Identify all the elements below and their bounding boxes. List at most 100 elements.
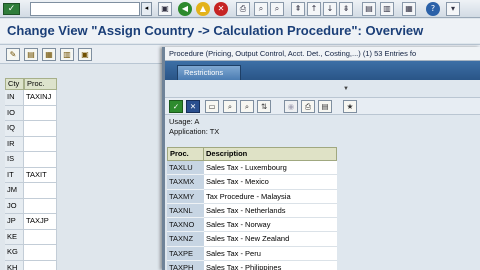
country-cell: KE [5, 229, 24, 245]
procedure-key: TAXMY [167, 189, 204, 204]
procedure-input[interactable] [24, 121, 57, 137]
previous-page-icon[interactable]: ↑ [307, 2, 321, 16]
back-icon[interactable]: ◀ [178, 2, 192, 16]
list-item[interactable]: TAXPH Sales Tax - Philippines [167, 261, 337, 270]
table-row[interactable]: JP TAXJP [5, 214, 57, 230]
cancel-icon[interactable]: ✕ [214, 2, 228, 16]
procedure-input[interactable]: TAXJP [24, 214, 57, 230]
value-help-popup: Procedure (Pricing, Output Control, Acct… [162, 47, 480, 270]
list-item[interactable]: TAXPE Sales Tax - Peru [167, 246, 337, 262]
application-label: Application: TX [169, 127, 220, 136]
table-row[interactable]: KG [5, 245, 57, 261]
tab-restrictions[interactable]: Restrictions [177, 65, 241, 80]
personalize-icon[interactable]: ★ [343, 100, 357, 113]
ok-icon[interactable]: ✓ [169, 100, 183, 113]
table-row[interactable]: IR [5, 136, 57, 152]
enter-check-icon[interactable]: ✓ [3, 3, 20, 15]
procedure-input[interactable] [24, 245, 57, 261]
procedure-input[interactable] [24, 183, 57, 199]
procedure-input[interactable]: TAXINJ [24, 90, 57, 106]
procedure-key: TAXPH [167, 261, 204, 270]
procedure-input[interactable] [24, 260, 57, 270]
table-row[interactable]: IO [5, 105, 57, 121]
procedure-key: TAXPE [167, 246, 204, 262]
procedure-list: Proc. Description TAXLU Sales Tax - Luxem… [167, 147, 337, 270]
next-page-icon[interactable]: ↓ [323, 2, 337, 16]
country-cell: JM [5, 183, 24, 199]
procedure-description: Sales Tax - Netherlands [204, 203, 337, 219]
print-icon[interactable]: ⎙ [301, 100, 315, 113]
save-icon[interactable]: ▣ [158, 2, 172, 16]
filter-icon[interactable]: ◉ [284, 100, 298, 113]
details-icon[interactable]: ▤ [24, 48, 38, 61]
table-row[interactable]: JO [5, 198, 57, 214]
table-row[interactable]: JM [5, 183, 57, 199]
find-icon[interactable]: ⌕ [223, 100, 237, 113]
list-item[interactable]: TAXMX Sales Tax - Mexico [167, 175, 337, 190]
table-row[interactable]: IN TAXINJ [5, 90, 57, 106]
help-icon[interactable]: ? [426, 2, 440, 16]
column-header-proc[interactable]: Proc. [167, 147, 204, 161]
country-cell: IT [5, 167, 24, 183]
layout-icon[interactable]: ▦ [402, 2, 416, 16]
deselect-all-icon[interactable]: ▣ [78, 48, 92, 61]
create-session-icon[interactable]: ▤ [362, 2, 376, 16]
procedure-input[interactable] [24, 105, 57, 121]
country-cell: IQ [5, 121, 24, 137]
shortcut-icon[interactable]: ▥ [380, 2, 394, 16]
popup-toolbar: ✓ ✕ ▭ ⌕ ⌕ ⇅ ◉ ⎙ ▤ ★ [165, 97, 480, 115]
table-row[interactable]: KH [5, 260, 57, 270]
collapse-arrow-icon[interactable]: ▼ [343, 86, 349, 92]
table-row[interactable]: KE [5, 229, 57, 245]
tab-strip: Restrictions [165, 61, 480, 80]
customize-icon[interactable]: ▾ [446, 2, 460, 16]
procedure-description: Sales Tax - Norway [204, 218, 337, 233]
usage-label: Usage: A [169, 117, 200, 126]
sort-icon[interactable]: ⇅ [257, 100, 271, 113]
print-icon[interactable]: ⎙ [236, 2, 250, 16]
procedure-description: Sales Tax - New Zealand [204, 232, 337, 247]
select-all-icon[interactable]: ▦ [42, 48, 56, 61]
country-cell: JO [5, 198, 24, 214]
exit-icon[interactable]: ▲ [196, 2, 210, 16]
find-next-icon[interactable]: ⌕ [270, 2, 284, 16]
procedure-input[interactable] [24, 136, 57, 152]
find-next-icon[interactable]: ⌕ [240, 100, 254, 113]
column-header-cty[interactable]: Cty [5, 78, 24, 90]
procedure-description: Sales Tax - Luxembourg [204, 161, 337, 176]
country-cell: KH [5, 260, 24, 270]
list-item[interactable]: TAXLU Sales Tax - Luxembourg [167, 161, 337, 176]
first-page-icon[interactable]: ⇞ [291, 2, 305, 16]
list-item[interactable]: TAXNO Sales Tax - Norway [167, 218, 337, 233]
column-header-proc[interactable]: Proc. [24, 78, 57, 90]
procedure-key: TAXNL [167, 203, 204, 219]
procedure-input[interactable] [24, 198, 57, 214]
last-page-icon[interactable]: ⇟ [339, 2, 353, 16]
display-change-icon[interactable]: ✎ [6, 48, 20, 61]
select-block-icon[interactable]: ▥ [60, 48, 74, 61]
page-title: Change View "Assign Country -> Calculati… [7, 23, 424, 38]
country-cell: IS [5, 152, 24, 168]
table-row[interactable]: IS [5, 152, 57, 168]
list-item[interactable]: TAXNL Sales Tax - Netherlands [167, 203, 337, 219]
procedure-input[interactable] [24, 152, 57, 168]
find-icon[interactable]: ⌕ [254, 2, 268, 16]
procedure-input[interactable] [24, 229, 57, 245]
procedure-description: Sales Tax - Peru [204, 246, 337, 262]
list-item[interactable]: TAXNZ Sales Tax - New Zealand [167, 232, 337, 247]
country-procedure-table: Cty Proc. IN TAXINJ IO IQ IR IS IT TAXIT J… [5, 78, 57, 270]
command-history-dropdown-icon[interactable]: ◂ [141, 2, 152, 16]
table-row[interactable]: IT TAXIT [5, 167, 57, 183]
procedure-input[interactable]: TAXIT [24, 167, 57, 183]
procedure-key: TAXNZ [167, 232, 204, 247]
list-item[interactable]: TAXMY Tax Procedure - Malaysia [167, 189, 337, 204]
cancel-icon[interactable]: ✕ [186, 100, 200, 113]
popup-title[interactable]: Procedure (Pricing, Output Control, Acct… [165, 47, 480, 61]
standard-toolbar: ✓ ◂ ▣ ◀ ▲ ✕ ⎙ ⌕ ⌕ ⇞ ↑ ↓ ⇟ ▤ ▥ ▦ ? ▾ [0, 0, 480, 18]
column-header-description[interactable]: Description [204, 147, 337, 161]
new-document-icon[interactable]: ▭ [205, 100, 219, 113]
command-field[interactable] [30, 2, 140, 16]
export-icon[interactable]: ▤ [318, 100, 332, 113]
table-row[interactable]: IQ [5, 121, 57, 137]
country-cell: IN [5, 90, 24, 106]
